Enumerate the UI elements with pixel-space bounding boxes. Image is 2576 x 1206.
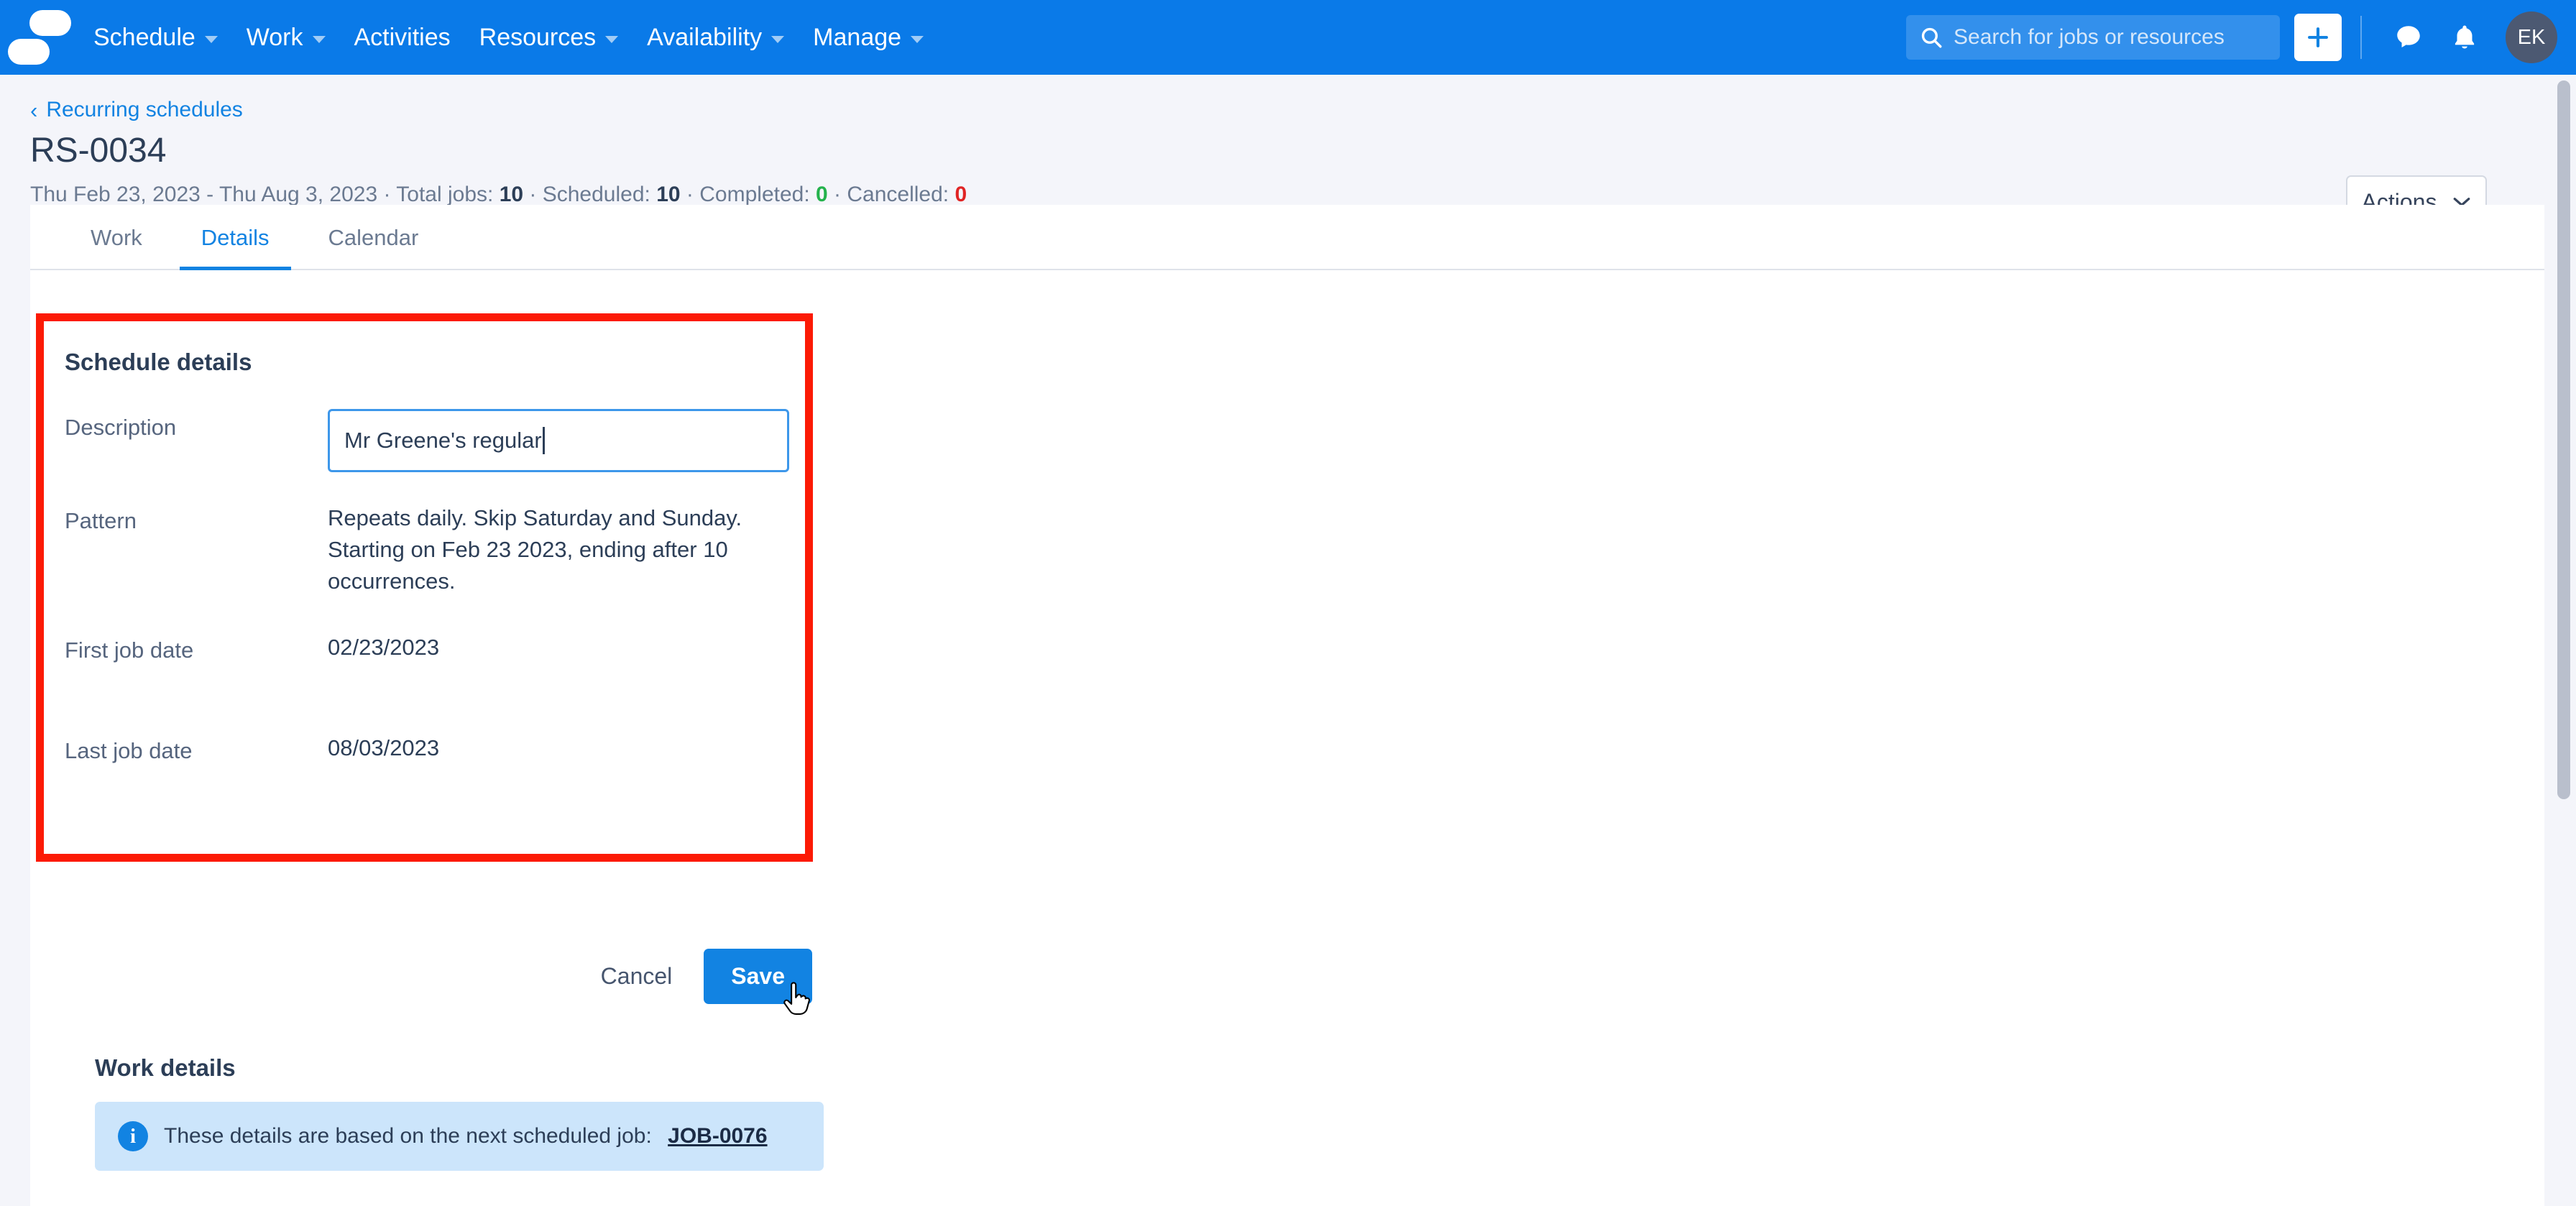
chevron-down-icon <box>605 35 619 43</box>
scrollbar-thumb[interactable] <box>2557 80 2570 799</box>
first-job-date-row: First job date 02/23/2023 <box>65 632 812 663</box>
chevron-down-icon <box>911 35 924 43</box>
text-cursor-caret <box>542 427 545 454</box>
pattern-field-row: Pattern Repeats daily. Skip Saturday and… <box>65 502 812 597</box>
bell-icon <box>2455 25 2475 49</box>
skedulo-logo[interactable] <box>0 0 79 75</box>
search-input[interactable]: Search for jobs or resources <box>1906 15 2280 60</box>
description-input-value: Mr Greene's regular <box>344 428 542 453</box>
chat-button[interactable] <box>2386 15 2431 60</box>
chevron-down-icon <box>204 35 218 43</box>
meta-completed-label: Completed: <box>699 183 810 206</box>
chevron-left-icon: ‹ <box>30 97 38 123</box>
banner-text-container: These details are based on the next sche… <box>164 1124 768 1149</box>
info-icon: i <box>118 1121 148 1151</box>
content-area: ‹ Recurring schedules RS-0034 Thu Feb 23… <box>30 75 2544 1206</box>
meta-scheduled-value: 10 <box>656 183 681 206</box>
left-gutter <box>0 75 30 1206</box>
cancel-button[interactable]: Cancel <box>576 950 697 1003</box>
nav-divider <box>2360 16 2362 59</box>
tab-details[interactable]: Details <box>179 225 291 270</box>
details-card: Work Details Calendar Schedule details D… <box>30 205 2544 1206</box>
description-label: Description <box>65 415 177 440</box>
meta-sep: · <box>680 183 700 206</box>
last-job-date-label: Last job date <box>65 738 193 764</box>
nav-item-label: Work <box>246 23 303 51</box>
create-new-button[interactable] <box>2294 14 2342 61</box>
top-navigation-bar: Schedule Work Activities Resources Avail… <box>0 0 2576 75</box>
work-details-section: Work details i These details are based o… <box>95 1054 886 1206</box>
banner-text: These details are based on the next sche… <box>164 1124 652 1148</box>
vertical-scrollbar[interactable] <box>2550 75 2576 1206</box>
breadcrumb-label: Recurring schedules <box>46 98 243 121</box>
logo-bar-top <box>29 10 71 36</box>
page-body: ‹ Recurring schedules RS-0034 Thu Feb 23… <box>0 75 2576 1206</box>
schedule-details-heading: Schedule details <box>65 349 252 375</box>
page-title: RS-0034 <box>30 132 167 170</box>
meta-sep: · <box>377 183 397 206</box>
nav-item-manage[interactable]: Manage <box>799 0 938 75</box>
meta-completed-value: 0 <box>816 183 828 206</box>
chevron-down-icon <box>771 35 785 43</box>
plus-icon <box>2308 27 2328 47</box>
meta-total-jobs-value: 10 <box>499 183 524 206</box>
nav-item-schedule[interactable]: Schedule <box>79 0 232 75</box>
nav-item-resources[interactable]: Resources <box>465 0 633 75</box>
nav-item-work[interactable]: Work <box>232 0 340 75</box>
nav-item-activities[interactable]: Activities <box>340 0 465 75</box>
last-job-date-row: Last job date 08/03/2023 <box>65 732 812 764</box>
pattern-label: Pattern <box>65 508 137 533</box>
tab-label: Work <box>91 225 142 250</box>
chat-bubble-icon <box>2397 26 2420 47</box>
breadcrumb-recurring-schedules[interactable]: ‹ Recurring schedules <box>30 98 243 122</box>
form-button-group: Cancel Save <box>65 949 812 1004</box>
meta-cancelled-value: 0 <box>954 183 967 206</box>
nav-item-label: Resources <box>479 23 597 51</box>
description-field-row: Description Mr Greene's regular <box>65 409 812 472</box>
tab-bar: Work Details Calendar <box>30 205 2544 270</box>
work-details-heading: Work details <box>95 1054 236 1081</box>
nav-item-label: Availability <box>647 23 763 51</box>
tab-label: Details <box>201 225 270 250</box>
search-placeholder-text: Search for jobs or resources <box>1954 25 2225 49</box>
last-job-date-value: 08/03/2023 <box>328 735 440 761</box>
schedule-details-section: Schedule details Description Mr Greene's… <box>65 349 812 764</box>
meta-cancelled-label: Cancelled: <box>847 183 949 206</box>
save-button[interactable]: Save <box>704 949 812 1004</box>
nav-item-label: Schedule <box>93 23 196 51</box>
nav-item-label: Activities <box>354 23 451 51</box>
schedule-summary-meta: Thu Feb 23, 2023 - Thu Aug 3, 2023 · Tot… <box>30 183 2544 207</box>
user-avatar[interactable]: EK <box>2506 11 2557 63</box>
chevron-down-icon <box>312 35 326 43</box>
meta-sep: · <box>827 183 847 206</box>
next-scheduled-job-banner: i These details are based on the next sc… <box>95 1102 824 1171</box>
nav-item-label: Manage <box>813 23 902 51</box>
first-job-date-label: First job date <box>65 637 194 663</box>
first-job-date-value: 02/23/2023 <box>328 635 440 660</box>
tab-label: Calendar <box>328 225 419 250</box>
search-icon <box>1921 27 1942 48</box>
page-header: ‹ Recurring schedules RS-0034 Thu Feb 23… <box>30 75 2544 229</box>
meta-scheduled-label: Scheduled: <box>542 183 650 206</box>
meta-date-range: Thu Feb 23, 2023 - Thu Aug 3, 2023 <box>30 183 378 206</box>
tab-calendar[interactable]: Calendar <box>307 225 441 270</box>
meta-total-jobs-label: Total jobs: <box>396 183 494 206</box>
meta-sep: · <box>523 183 543 206</box>
nav-right-group: Search for jobs or resources EK <box>1906 0 2576 75</box>
description-input[interactable]: Mr Greene's regular <box>328 409 789 472</box>
job-link[interactable]: JOB-0076 <box>668 1124 767 1148</box>
logo-bar-bottom <box>8 39 50 65</box>
avatar-initials: EK <box>2517 25 2546 49</box>
nav-item-availability[interactable]: Availability <box>632 0 799 75</box>
pattern-value: Repeats daily. Skip Saturday and Sunday.… <box>328 505 742 594</box>
tab-work[interactable]: Work <box>69 225 164 270</box>
notifications-button[interactable] <box>2442 15 2487 60</box>
